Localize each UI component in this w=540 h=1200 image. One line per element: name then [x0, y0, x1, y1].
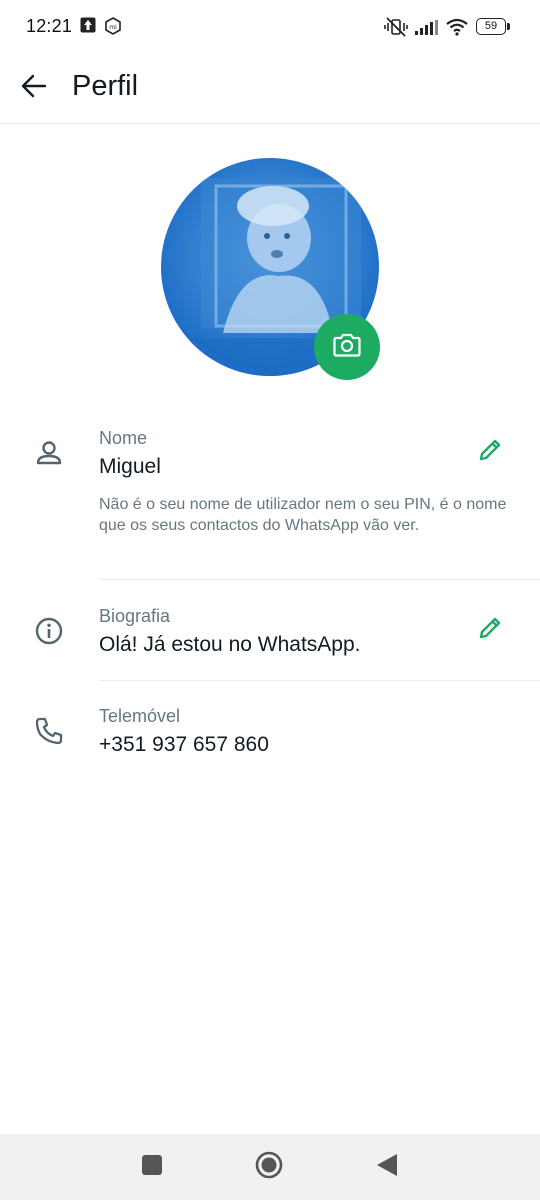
arrow-left-icon	[21, 73, 47, 104]
mute-vibrate-icon	[384, 17, 408, 42]
battery-level: 59	[484, 20, 498, 32]
divider	[99, 579, 540, 580]
change-photo-button[interactable]	[314, 314, 380, 380]
profile-photo-section	[161, 158, 380, 380]
system-nav-bar	[0, 1134, 540, 1200]
name-hint: Não é o seu nome de utilizador nem o seu…	[99, 496, 507, 534]
signal-icon	[415, 20, 439, 41]
name-row[interactable]: Nome Miguel Não é o seu nome de utilizad…	[0, 420, 540, 580]
phone-label: Telemóvel	[99, 706, 181, 726]
battery-icon: 59	[476, 18, 510, 35]
edit-name-button[interactable]	[472, 434, 508, 470]
name-value: Miguel	[99, 455, 161, 478]
back-nav-button[interactable]	[372, 1152, 402, 1182]
upload-icon	[80, 17, 96, 38]
back-button[interactable]	[14, 68, 54, 108]
bio-value: Olá! Já estou no WhatsApp.	[99, 633, 361, 656]
home-button[interactable]	[254, 1150, 284, 1185]
camera-icon	[333, 332, 361, 363]
pencil-icon	[477, 437, 503, 468]
mi-icon: mi	[104, 17, 122, 40]
square-recents-icon	[141, 1154, 163, 1181]
phone-value: +351 937 657 860	[99, 733, 269, 756]
name-label: Nome	[99, 428, 148, 448]
info-icon	[34, 616, 64, 651]
bio-label: Biografia	[99, 606, 171, 626]
status-bar: 12:21 mi 59	[0, 0, 540, 54]
status-time: 12:21	[26, 16, 73, 36]
phone-row: Telemóvel +351 937 657 860	[0, 698, 540, 778]
triangle-back-icon	[375, 1152, 399, 1183]
page-title: Perfil	[72, 70, 139, 102]
svg-text:mi: mi	[109, 24, 117, 31]
app-bar: Perfil	[0, 54, 540, 124]
divider	[99, 680, 540, 681]
recents-button[interactable]	[137, 1152, 167, 1182]
edit-bio-button[interactable]	[472, 612, 508, 648]
wifi-icon	[446, 18, 468, 41]
pencil-icon	[477, 615, 503, 646]
phone-icon	[34, 716, 64, 751]
person-icon	[34, 438, 64, 473]
bio-row[interactable]: Biografia Olá! Já estou no WhatsApp.	[0, 598, 540, 680]
circle-home-icon	[254, 1150, 284, 1185]
